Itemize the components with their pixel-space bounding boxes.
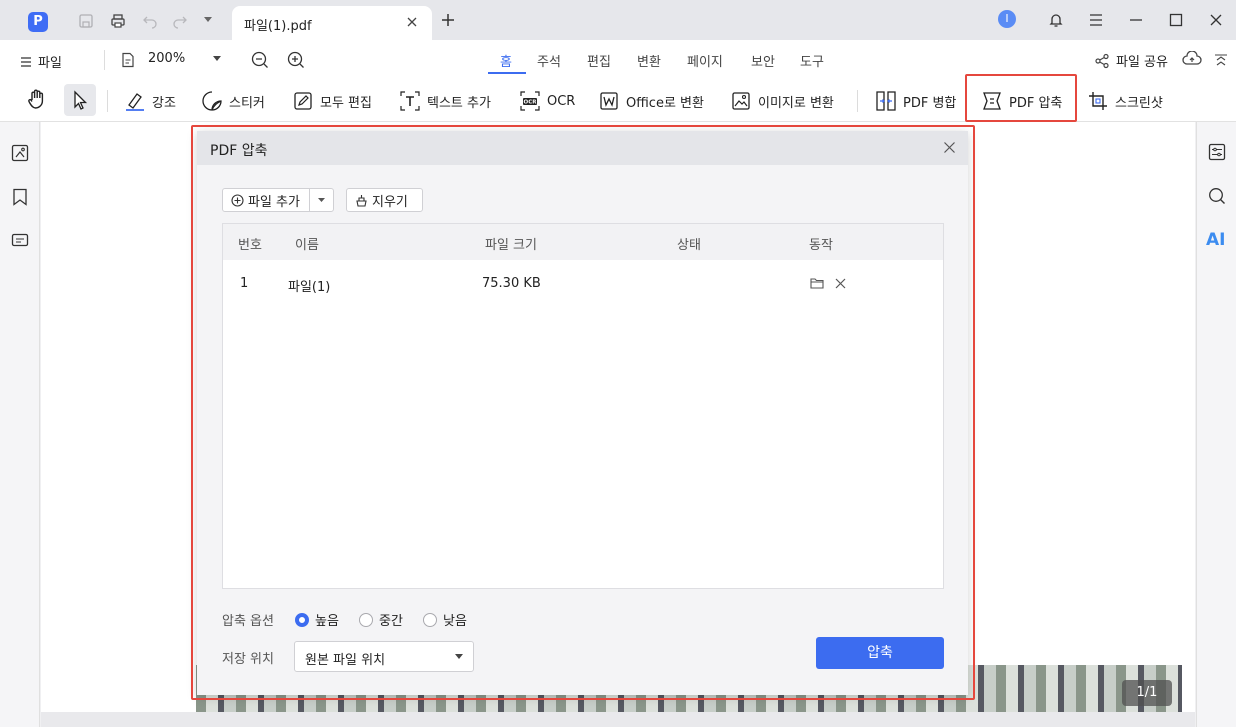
comment-list-icon[interactable] xyxy=(11,233,29,249)
add-text-tool[interactable]: 텍스트 추가 xyxy=(399,88,491,114)
convert-to-image-tool[interactable]: 이미지로 변환 xyxy=(730,88,834,114)
share-file-button[interactable]: 파일 공유 xyxy=(1094,51,1168,70)
left-sidebar xyxy=(0,122,40,727)
text-box-icon xyxy=(400,91,420,111)
zoom-in-icon[interactable] xyxy=(287,51,305,69)
screenshot-label: 스크린샷 xyxy=(1115,95,1163,111)
file-menu-icon xyxy=(21,56,31,67)
undo-icon[interactable] xyxy=(142,13,158,29)
tab-title: 파일(1).pdf xyxy=(244,19,312,34)
edit-pencil-icon xyxy=(294,92,312,110)
print-icon[interactable] xyxy=(110,13,126,29)
bookmark-icon[interactable] xyxy=(12,188,28,206)
redo-icon[interactable] xyxy=(172,13,188,29)
merge-icon xyxy=(876,91,896,111)
screenshot-icon xyxy=(1089,92,1107,110)
ai-assistant-icon[interactable]: AI xyxy=(1206,230,1225,250)
thumbnail-icon[interactable] xyxy=(11,144,29,162)
toolbar-divider xyxy=(107,90,108,112)
add-text-label: 텍스트 추가 xyxy=(427,95,491,111)
cloud-upload-icon[interactable] xyxy=(1182,51,1202,67)
save-icon[interactable] xyxy=(78,13,94,29)
active-tab-indicator xyxy=(488,72,526,74)
hand-tool-icon[interactable] xyxy=(26,88,48,110)
menu-divider xyxy=(104,50,105,70)
file-menu-button[interactable]: 파일 xyxy=(20,52,62,71)
dialog-highlight-box xyxy=(191,125,975,700)
sticker-label: 스티커 xyxy=(229,95,265,111)
zoom-out-icon[interactable] xyxy=(251,51,269,69)
highlight-tool[interactable]: 강조 xyxy=(124,88,176,114)
window-close-icon[interactable] xyxy=(1208,12,1224,28)
edit-all-tool[interactable]: 모두 편집 xyxy=(292,88,372,114)
ocr-icon: OCR xyxy=(520,91,540,111)
screenshot-tool[interactable]: 스크린샷 xyxy=(1087,88,1163,114)
app-logo-icon[interactable]: P xyxy=(28,12,48,32)
tab-close-icon[interactable] xyxy=(406,16,418,28)
title-bar: P 파일(1).pdf I xyxy=(0,0,1236,40)
minimize-icon[interactable] xyxy=(1128,13,1144,27)
user-avatar[interactable]: I xyxy=(998,10,1016,28)
toolbar-divider xyxy=(857,90,858,112)
zoom-dropdown-icon xyxy=(213,55,222,61)
tab-comment[interactable]: 주석 xyxy=(537,51,561,70)
right-sidebar: AI xyxy=(1196,122,1236,727)
document-tab[interactable]: 파일(1).pdf xyxy=(232,6,432,40)
compress-tool-highlight-box xyxy=(965,74,1077,122)
highlighter-icon xyxy=(126,93,144,111)
convert-to-office-label: Office로 변환 xyxy=(626,95,704,111)
page-counter: 1/1 xyxy=(1122,680,1172,706)
hamburger-menu-icon[interactable] xyxy=(1088,13,1104,27)
merge-pdf-tool[interactable]: PDF 병합 xyxy=(875,88,956,114)
tab-convert[interactable]: 변환 xyxy=(637,51,661,70)
collapse-ribbon-icon[interactable] xyxy=(1214,53,1228,67)
tab-page[interactable]: 페이지 xyxy=(687,51,723,70)
svg-text:OCR: OCR xyxy=(524,100,538,106)
quick-access-dropdown-icon[interactable] xyxy=(204,17,212,23)
bell-icon[interactable] xyxy=(1048,12,1064,28)
tab-tools[interactable]: 도구 xyxy=(800,51,824,70)
zoom-select[interactable]: 200% xyxy=(148,51,222,66)
office-word-icon xyxy=(600,92,618,110)
share-label: 파일 공유 xyxy=(1116,55,1168,70)
maximize-icon[interactable] xyxy=(1168,12,1184,28)
merge-pdf-label: PDF 병합 xyxy=(903,95,957,111)
tab-security[interactable]: 보안 xyxy=(751,51,775,70)
highlight-label: 강조 xyxy=(152,95,176,111)
ocr-tool[interactable]: OCR OCR xyxy=(519,88,575,114)
new-tab-plus-icon[interactable] xyxy=(440,12,456,28)
share-icon xyxy=(1095,53,1109,68)
cursor-icon xyxy=(74,90,88,110)
edit-all-label: 모두 편집 xyxy=(320,95,372,111)
sticker-tool[interactable]: 스티커 xyxy=(201,88,265,114)
select-tool-button[interactable] xyxy=(64,84,96,116)
sticker-icon xyxy=(202,91,222,111)
search-icon[interactable] xyxy=(1208,187,1226,205)
file-menu-label: 파일 xyxy=(38,56,62,71)
image-icon xyxy=(732,92,750,110)
convert-to-office-tool[interactable]: Office로 변환 xyxy=(598,88,704,114)
tab-home[interactable]: 홈 xyxy=(500,51,512,70)
page-view-icon[interactable] xyxy=(120,52,136,68)
tab-edit[interactable]: 편집 xyxy=(587,51,611,70)
zoom-level: 200% xyxy=(148,51,186,66)
convert-to-image-label: 이미지로 변환 xyxy=(758,95,834,111)
properties-panel-icon[interactable] xyxy=(1208,143,1226,161)
ocr-label: OCR xyxy=(547,93,576,109)
bottom-status-bar xyxy=(41,712,1195,727)
